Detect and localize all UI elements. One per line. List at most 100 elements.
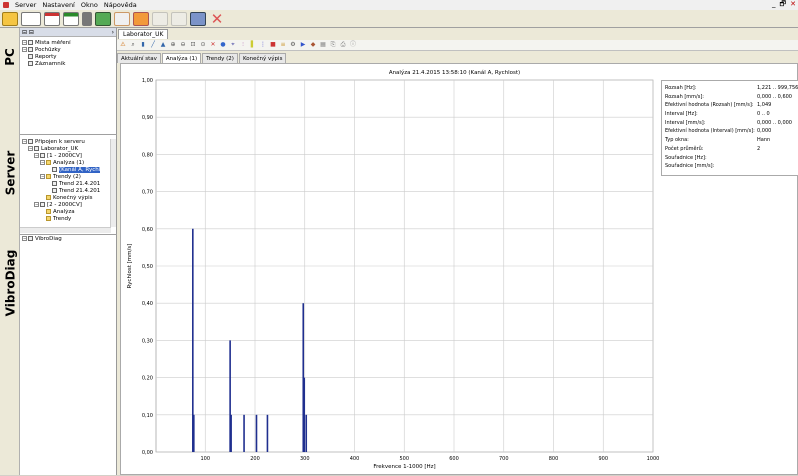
rail-pc[interactable]: PC (0, 42, 20, 72)
menu-help[interactable]: Nápověda (104, 1, 137, 9)
panel-pin-icon[interactable]: › (112, 29, 114, 36)
expand-icon[interactable]: − (40, 160, 45, 165)
server-tree-scrollbar[interactable] (110, 139, 116, 227)
y-tick-label: 0,90 (142, 115, 153, 121)
expand-icon[interactable]: − (22, 47, 27, 52)
info-row: Typ okna: Hann (665, 136, 795, 145)
tab-analysis[interactable]: Analýza (1) (161, 53, 202, 63)
tree-node[interactable]: Analýza (20, 209, 117, 216)
marker-icon[interactable]: ● (219, 41, 227, 49)
server-tree-hscrollbar[interactable] (20, 227, 111, 233)
settings-icon[interactable]: ◆ (309, 41, 317, 49)
chart-frame: Analýza 21.4.2015 13:58:10 (Kanál A, Ryc… (120, 63, 798, 475)
folder-icon (46, 195, 51, 200)
peaks-icon[interactable]: ⫶ (239, 41, 247, 49)
expand-icon[interactable]: − (22, 236, 27, 241)
expand-icon[interactable]: − (28, 146, 33, 151)
save-icon[interactable] (190, 11, 206, 26)
export-icon[interactable]: ▶ (299, 41, 307, 49)
tab-final-report[interactable]: Konečný výpis (238, 53, 287, 63)
cross-icon[interactable]: ✕ (209, 41, 217, 49)
tree-node[interactable]: − Místa měření (20, 40, 117, 47)
menu-window[interactable]: Okno (81, 1, 98, 9)
zoom-in-icon[interactable]: ⊕ (169, 41, 177, 49)
tree-node[interactable]: − VibroDiag (20, 236, 117, 243)
tree-node[interactable]: − Analýza (1) (20, 160, 117, 167)
info-box: Rozsah [Hz]: 1,221 .. 999,756 Rozsah [mm/s… (661, 80, 798, 176)
doc-tab-laborator[interactable]: Laborator_UK (118, 29, 169, 39)
rail-server[interactable]: Server (0, 143, 20, 203)
chart-line-icon[interactable]: ╱ (149, 41, 157, 49)
rail-vibrodiag[interactable]: VibroDiag (0, 238, 20, 328)
blank-icon[interactable] (171, 11, 187, 26)
info-icon[interactable]: ⓘ (349, 41, 357, 49)
node-icon (28, 47, 33, 52)
tree-node[interactable]: Konečný výpis (20, 195, 117, 202)
info-label: Souřadnice [Hz]: (665, 154, 707, 161)
harmonic-icon[interactable]: ⋮ (259, 41, 267, 49)
email-icon[interactable] (133, 11, 149, 26)
grid-icon[interactable] (44, 11, 60, 26)
chart-toolbar: ⚠ ⌕ ▮ ╱ ▲ ⊕ ⊖ ⊡ ⊙ ✕ ● ⌖ ⫶ ▌ ⋮ ■ ≡ ⚙ ▶ ◆ ▦ ⎘ ⎙ ⓘ (117, 40, 798, 51)
legend-icon[interactable]: ≡ (279, 41, 287, 49)
expand-icon[interactable]: − (22, 40, 27, 45)
x-tick-label: 900 (598, 456, 608, 462)
grid-icon[interactable]: ▦ (319, 41, 327, 49)
zoom-out-icon[interactable]: ⊖ (179, 41, 187, 49)
zoom-fit-icon[interactable]: ⊡ (189, 41, 197, 49)
menu-settings[interactable]: Nastavení (42, 1, 75, 9)
expand-icon[interactable]: − (22, 139, 27, 144)
document-add-icon[interactable] (114, 11, 130, 26)
menu-server[interactable]: Server (15, 1, 36, 9)
tab-current-state[interactable]: Aktuální stav (117, 53, 161, 63)
tree-node[interactable]: Trendy (20, 216, 117, 223)
print-icon[interactable]: ⎙ (339, 41, 347, 49)
node-icon (52, 181, 57, 186)
device-icon[interactable] (82, 11, 92, 26)
tree-node[interactable]: Trend 21.4.201 (20, 181, 117, 188)
device-add-icon[interactable] (95, 11, 111, 26)
node-icon (34, 146, 39, 151)
tree-node[interactable]: Reporty (20, 54, 117, 61)
tree-node[interactable]: − [2 - 2000CV] (20, 202, 117, 209)
tree-node[interactable]: − Pochůzky (20, 47, 117, 54)
chart-area-icon[interactable]: ▲ (159, 41, 167, 49)
cursor-icon[interactable]: ⌖ (229, 41, 237, 49)
grid-add-icon[interactable] (63, 11, 79, 26)
tree-node[interactable]: − [1 - 2000CV] (20, 153, 117, 160)
tab-trends[interactable]: Trendy (2) (202, 53, 238, 63)
x-tick-label: 600 (449, 456, 459, 462)
info-row: Interval [mm/s]: 0,000 .. 0,000 (665, 119, 795, 128)
tools-icon[interactable]: ⚙ (289, 41, 297, 49)
x-tick-label: 800 (549, 456, 559, 462)
node-icon (28, 40, 33, 45)
info-label: Interval [mm/s]: (665, 119, 706, 126)
warning-icon[interactable]: ⚠ (119, 41, 127, 49)
zoom-reset-icon[interactable]: ⊙ (199, 41, 207, 49)
filter-icon[interactable]: ⌕ (129, 41, 137, 49)
tree-node[interactable]: (Kanál A, Rychl (20, 167, 117, 174)
chart-bars-icon[interactable]: ▮ (139, 41, 147, 49)
tree-node[interactable]: − Připojen k serveru (20, 139, 117, 146)
tree-node[interactable]: − Trendy (2) (20, 174, 117, 181)
expand-icon[interactable]: − (34, 153, 39, 158)
x-tick-label: 300 (300, 456, 310, 462)
folder-dropdown-icon[interactable] (21, 11, 41, 26)
info-value: 2 (757, 145, 761, 152)
color-icon[interactable]: ■ (269, 41, 277, 49)
copy-icon[interactable]: ⎘ (329, 41, 337, 49)
tree-node[interactable]: Trend 21.4.201 (20, 188, 117, 195)
folder-open-icon[interactable] (2, 11, 18, 26)
expand-icon[interactable]: − (40, 174, 45, 179)
info-row: Souřadnice [mm/s]: (665, 162, 795, 171)
tree-node[interactable]: − Laborator_UK (20, 146, 117, 153)
band-icon[interactable]: ▌ (249, 41, 257, 49)
expand-icon[interactable]: − (34, 202, 39, 207)
delete-icon[interactable]: ✕ (209, 10, 225, 28)
pc-tree: − Místa měření − Pochůzky Reporty Záznamník (20, 40, 117, 68)
columns-icon[interactable] (152, 11, 168, 26)
y-tick-label: 0,20 (142, 376, 153, 382)
collapse-all-icon[interactable]: ⊟ ⊟ (22, 29, 34, 36)
tree-node[interactable]: Záznamník (20, 61, 117, 68)
tree-node-label: [2 - 2000CV] (47, 202, 82, 208)
